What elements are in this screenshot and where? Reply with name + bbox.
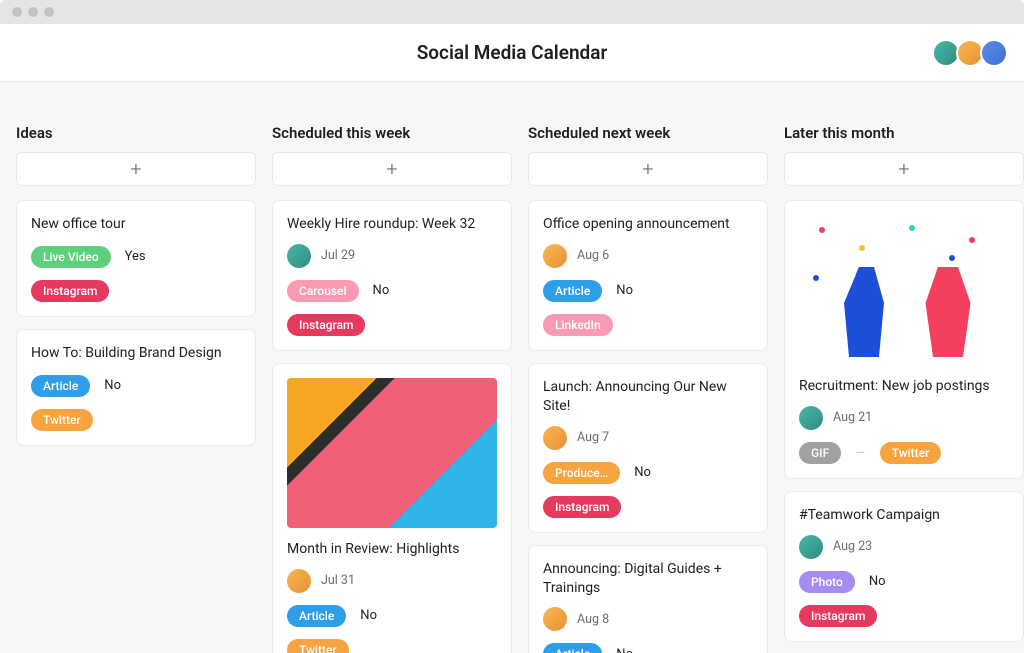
tag-pill: Instagram <box>799 605 877 627</box>
card-title: Launch: Announcing Our New Site! <box>543 378 753 416</box>
tag-pill: Photo <box>799 571 855 593</box>
window-chrome <box>0 0 1024 24</box>
tag-pill: Instagram <box>31 280 109 302</box>
assignee-avatar[interactable] <box>799 406 823 430</box>
due-date: Aug 8 <box>577 612 609 627</box>
tag-pill: Article <box>287 605 346 627</box>
card[interactable]: Office opening announcement Aug 6 Articl… <box>528 200 768 351</box>
traffic-light-max[interactable] <box>44 7 54 17</box>
dash-separator: – <box>855 443 866 462</box>
field-value: No <box>616 283 633 298</box>
tag-pill: Article <box>543 280 602 302</box>
column-title: Ideas <box>16 124 256 142</box>
tag-pill: Carousel <box>287 280 359 302</box>
tag-pill: Article <box>31 375 90 397</box>
tag-pill: Twitter <box>31 409 93 431</box>
app-header: Social Media Calendar <box>0 24 1024 82</box>
column-scheduled-next-week: Scheduled next week + Office opening ann… <box>528 124 768 637</box>
card-title: #Teamwork Campaign <box>799 506 1009 525</box>
due-date: Aug 7 <box>577 430 609 445</box>
card-image <box>287 378 497 528</box>
field-value: No <box>360 608 377 623</box>
tag-pill: LinkedIn <box>543 314 613 336</box>
add-card-button[interactable]: + <box>784 152 1024 186</box>
tag-pill: Twitter <box>880 442 942 464</box>
card-title: Recruitment: New job postings <box>799 377 1009 396</box>
field-value: No <box>616 647 633 653</box>
card-title: Announcing: Digital Guides + Trainings <box>543 560 753 598</box>
card-title: Weekly Hire roundup: Week 32 <box>287 215 497 234</box>
add-card-button[interactable]: + <box>16 152 256 186</box>
avatar[interactable] <box>980 39 1008 67</box>
assignee-avatar[interactable] <box>287 244 311 268</box>
assignee-avatar[interactable] <box>543 426 567 450</box>
assignee-avatar[interactable] <box>543 244 567 268</box>
card[interactable]: How To: Building Brand Design Article No… <box>16 329 256 446</box>
assignee-avatar[interactable] <box>799 535 823 559</box>
due-date: Aug 6 <box>577 248 609 263</box>
card[interactable]: New office tour Live Video Yes Instagram <box>16 200 256 317</box>
column-ideas: Ideas + New office tour Live Video Yes I… <box>16 124 256 637</box>
card-image <box>799 215 1009 365</box>
page-title: Social Media Calendar <box>417 41 608 64</box>
card[interactable]: #Teamwork Campaign Aug 23 Photo No Insta… <box>784 491 1024 642</box>
tag-pill: GIF <box>799 442 841 464</box>
card-title: Office opening announcement <box>543 215 753 234</box>
due-date: Jul 31 <box>321 573 355 588</box>
tag-pill: Instagram <box>543 496 621 518</box>
assignee-avatar[interactable] <box>287 569 311 593</box>
member-avatars <box>938 39 1008 67</box>
card-title: Month in Review: Highlights <box>287 540 497 559</box>
card-title: How To: Building Brand Design <box>31 344 241 363</box>
add-card-button[interactable]: + <box>272 152 512 186</box>
assignee-avatar[interactable] <box>543 607 567 631</box>
field-value: No <box>634 465 651 480</box>
due-date: Jul 29 <box>321 248 355 263</box>
kanban-board: Ideas + New office tour Live Video Yes I… <box>0 82 1024 653</box>
tag-pill: Produce… <box>543 462 620 484</box>
column-scheduled-this-week: Scheduled this week + Weekly Hire roundu… <box>272 124 512 637</box>
tag-pill: Live Video <box>31 246 111 268</box>
card[interactable]: Launch: Announcing Our New Site! Aug 7 P… <box>528 363 768 533</box>
add-card-button[interactable]: + <box>528 152 768 186</box>
tag-pill: Article <box>543 643 602 653</box>
field-value: No <box>869 574 886 589</box>
tag-pill: Twitter <box>287 639 349 653</box>
field-value: No <box>104 378 121 393</box>
column-later-this-month: Later this month + ··· Recruitment: New … <box>784 124 1024 637</box>
traffic-light-min[interactable] <box>28 7 38 17</box>
card[interactable]: Weekly Hire roundup: Week 32 Jul 29 Caro… <box>272 200 512 351</box>
field-value: No <box>373 283 390 298</box>
tag-pill: Instagram <box>287 314 365 336</box>
field-value: Yes <box>125 249 146 264</box>
card[interactable]: Month in Review: Highlights Jul 31 Artic… <box>272 363 512 653</box>
column-title: Scheduled next week <box>528 124 768 142</box>
card[interactable]: Announcing: Digital Guides + Trainings A… <box>528 545 768 653</box>
due-date: Aug 23 <box>833 539 872 554</box>
card-title: New office tour <box>31 215 241 234</box>
due-date: Aug 21 <box>833 410 872 425</box>
traffic-light-close[interactable] <box>12 7 22 17</box>
card[interactable]: ··· Recruitment: New job postings Aug 21… <box>784 200 1024 479</box>
column-title: Scheduled this week <box>272 124 512 142</box>
column-title: Later this month <box>784 124 1024 142</box>
